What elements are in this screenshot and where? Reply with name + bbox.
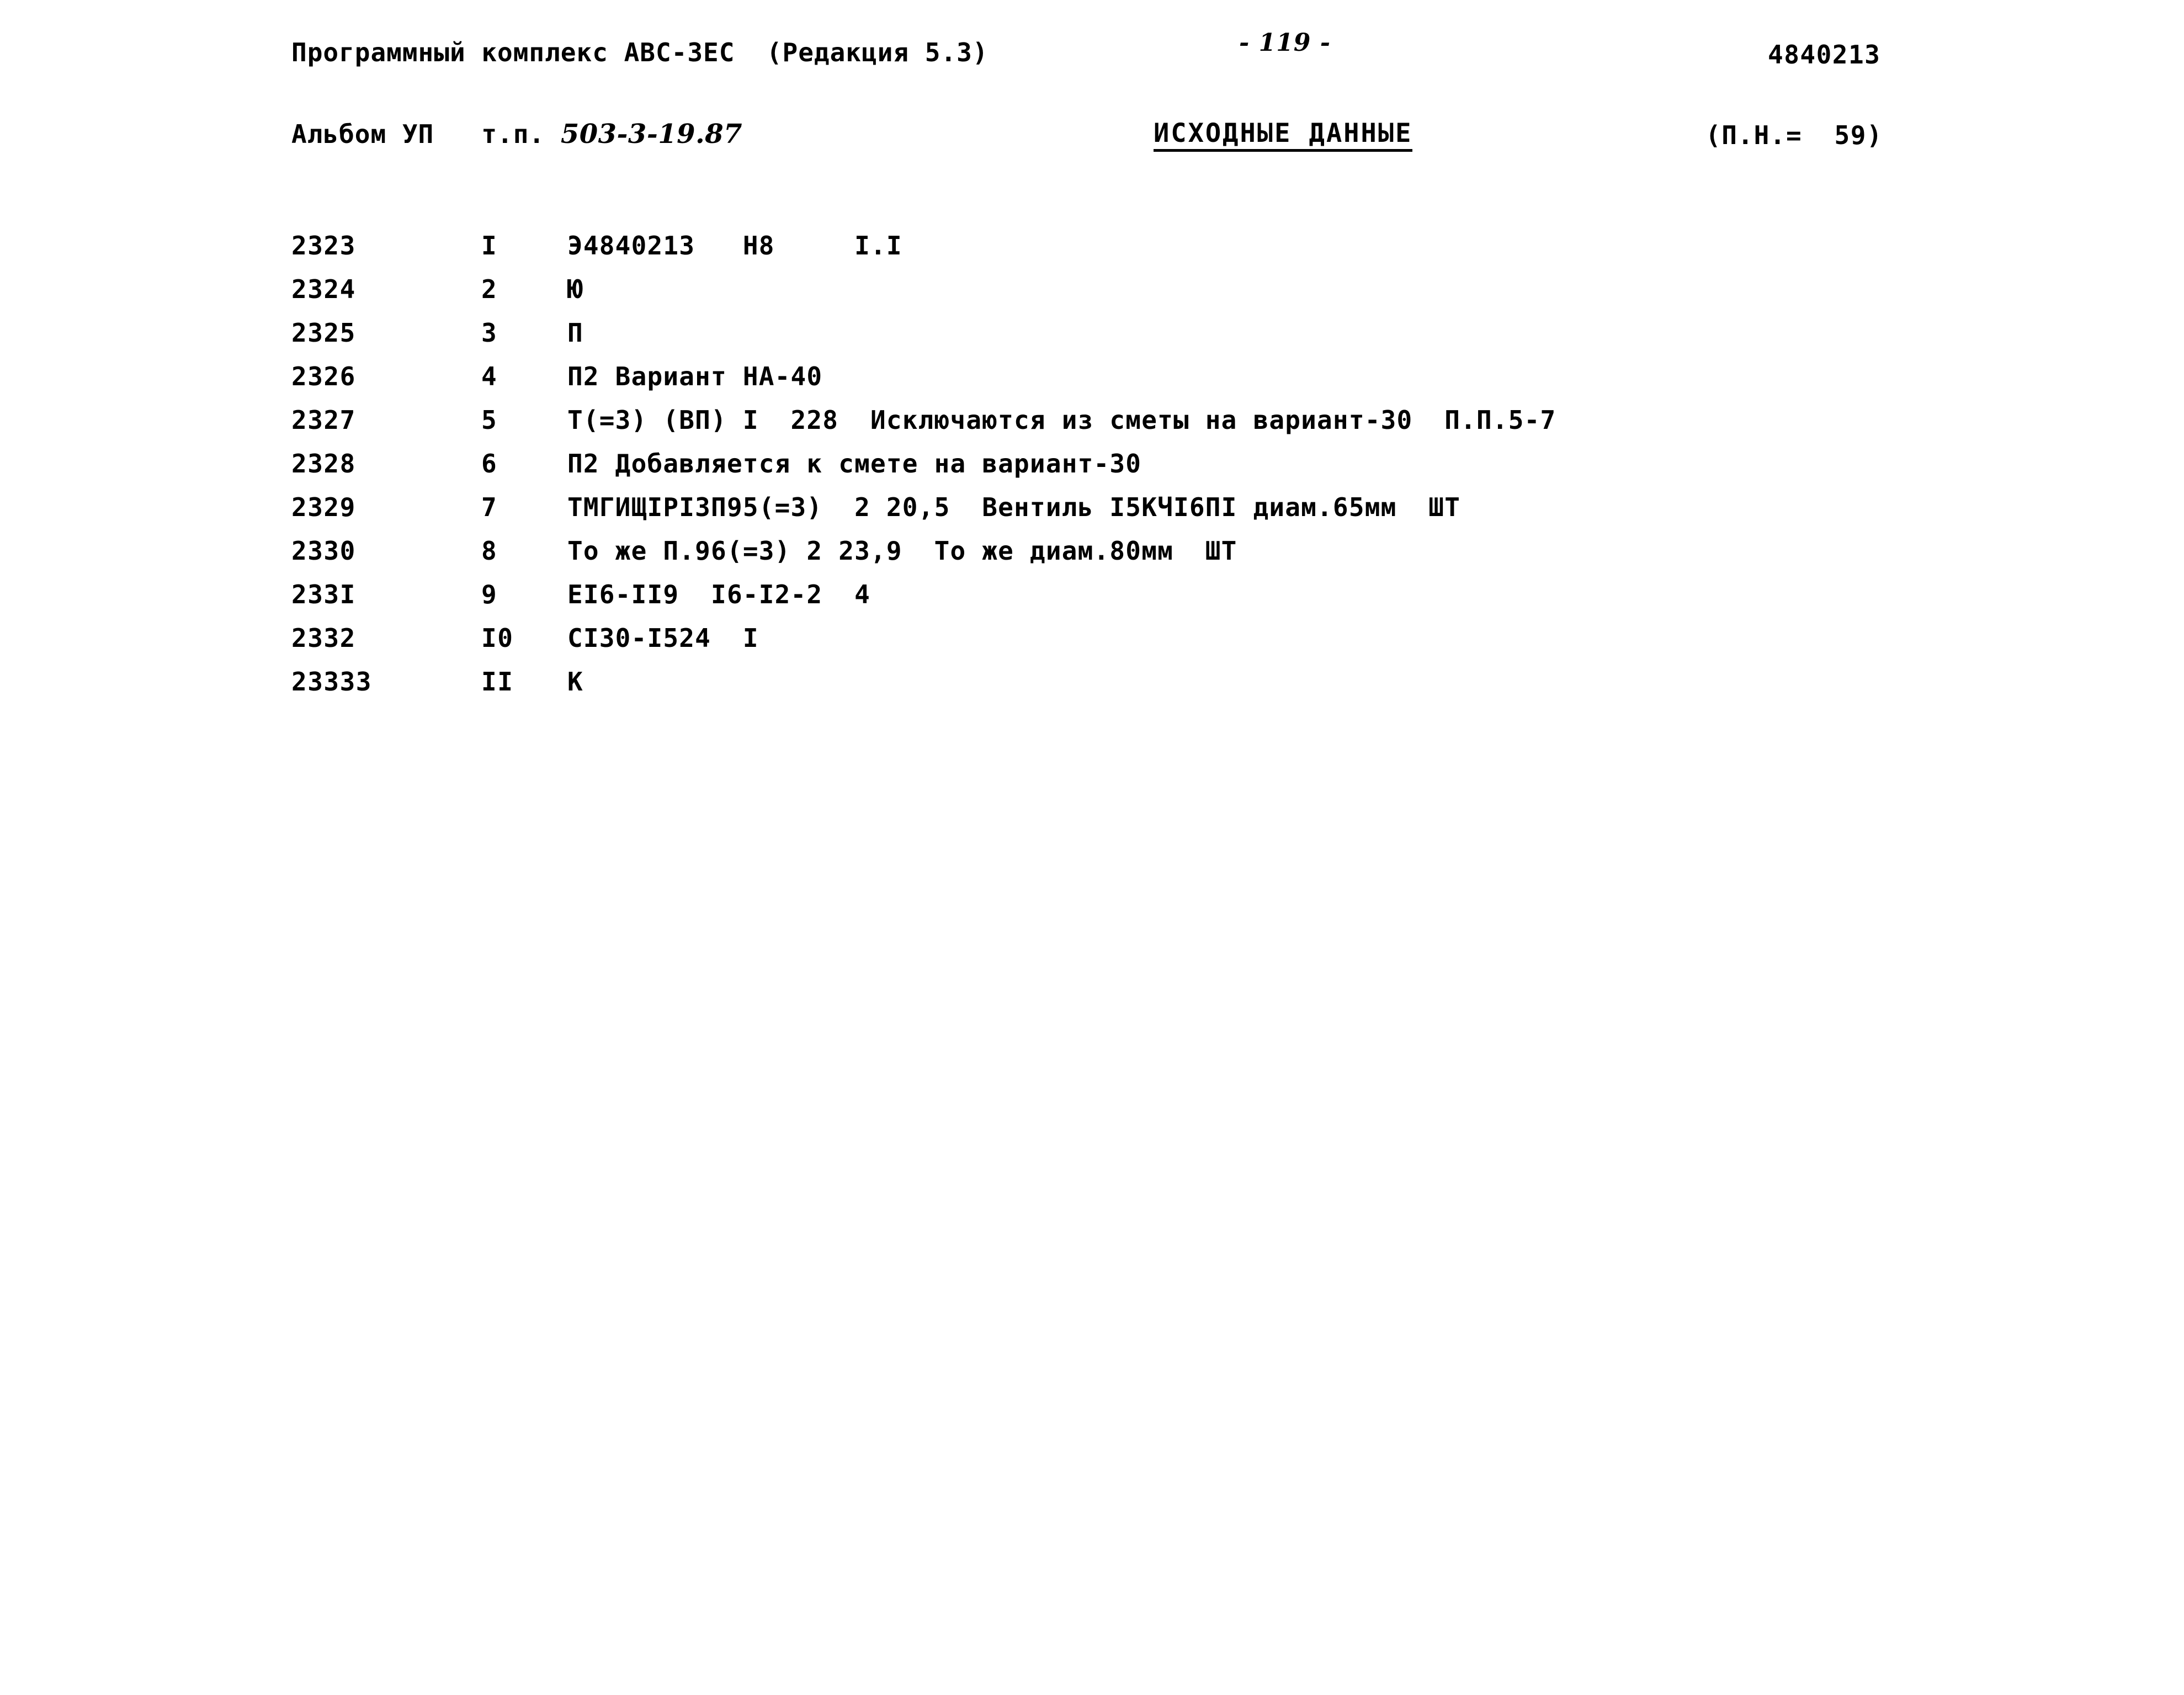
table-row: 2324 2 Ю <box>0 274 2184 318</box>
section-title: ИСХОДНЫЕ ДАННЫЕ <box>1154 120 1413 152</box>
row-sequence-number: 2325 <box>291 318 356 348</box>
row-index-number: 8 <box>481 536 498 566</box>
row-content: СI30-I524 I <box>567 623 759 653</box>
row-sequence-number: 2327 <box>291 405 356 435</box>
row-index-number: I <box>481 231 498 261</box>
row-content: П2 Вариант НА-40 <box>567 362 823 391</box>
row-index-number: 2 <box>481 274 498 304</box>
row-sequence-number: 2324 <box>291 274 356 304</box>
album-value: 503-3-19.87 <box>560 119 743 150</box>
document-page: Программный комплекс АВС-ЗЕС (Редакция 5… <box>0 0 2184 1695</box>
table-row: 233I 9 ЕI6-II9 I6-I2-2 4 <box>0 580 2184 623</box>
document-code: 4840213 <box>1768 40 1881 70</box>
table-row: 2325 3 П <box>0 318 2184 362</box>
album-label: Альбом УП т.п. <box>291 119 561 149</box>
album-line: Альбом УП т.п. 503-3-19.87 <box>291 119 742 150</box>
table-row: 2323 I Э4840213 Н8 I.I <box>0 231 2184 274</box>
row-content: Ю <box>567 274 583 304</box>
row-content: П2 Добавляется к смете на вариант-30 <box>567 449 1142 479</box>
row-sequence-number: 2328 <box>291 449 356 479</box>
row-content: Т(=3) (ВП) I 228 Исключаются из сметы на… <box>567 405 1556 435</box>
row-index-number: 9 <box>481 580 498 609</box>
table-row: 2332 I0 СI30-I524 I <box>0 623 2184 667</box>
row-index-number: 4 <box>481 362 498 391</box>
row-index-number: 6 <box>481 449 498 479</box>
row-sequence-number: 2329 <box>291 492 356 522</box>
row-content: ЕI6-II9 I6-I2-2 4 <box>567 580 870 609</box>
row-index-number: I0 <box>481 623 514 653</box>
row-sequence-number: 233I <box>291 580 356 609</box>
row-index-number: 5 <box>481 405 498 435</box>
table-row: 2329 7 ТМГИЩIРIЗП95(=3) 2 20,5 Вентиль I5К… <box>0 492 2184 536</box>
row-sequence-number: 2323 <box>291 231 356 261</box>
row-content: К <box>567 667 583 697</box>
table-row: 23333 II К <box>0 667 2184 710</box>
pn-value: (П.Н.= 59) <box>1705 120 1883 150</box>
row-content: Э4840213 Н8 I.I <box>567 231 902 261</box>
table-row: 2330 8 То же П.96(=3) 2 23,9 То же диам.80… <box>0 536 2184 580</box>
table-row: 2326 4 П2 Вариант НА-40 <box>0 362 2184 405</box>
row-sequence-number: 2330 <box>291 536 356 566</box>
table-row: 2327 5 Т(=3) (ВП) I 228 Исключаются из сме… <box>0 405 2184 449</box>
row-index-number: 7 <box>481 492 498 522</box>
row-sequence-number: 23333 <box>291 667 372 697</box>
program-title: Программный комплекс АВС-ЗЕС (Редакция 5… <box>291 38 989 67</box>
row-content: П <box>567 318 583 348</box>
table-row: 2328 6 П2 Добавляется к смете на вариант-3… <box>0 449 2184 492</box>
row-sequence-number: 2326 <box>291 362 356 391</box>
data-table: 2323 I Э4840213 Н8 I.I 2324 2 Ю 2325 3 П 2326 4 П2 … <box>0 231 2184 710</box>
row-content: То же П.96(=3) 2 23,9 То же диам.80мм ШТ <box>567 536 1237 566</box>
row-content: ТМГИЩIРIЗП95(=3) 2 20,5 Вентиль I5КЧI6ПI… <box>567 492 1461 522</box>
row-sequence-number: 2332 <box>291 623 356 653</box>
row-index-number: II <box>481 667 514 697</box>
page-number: - 119 - <box>1239 29 1331 57</box>
row-index-number: 3 <box>481 318 498 348</box>
